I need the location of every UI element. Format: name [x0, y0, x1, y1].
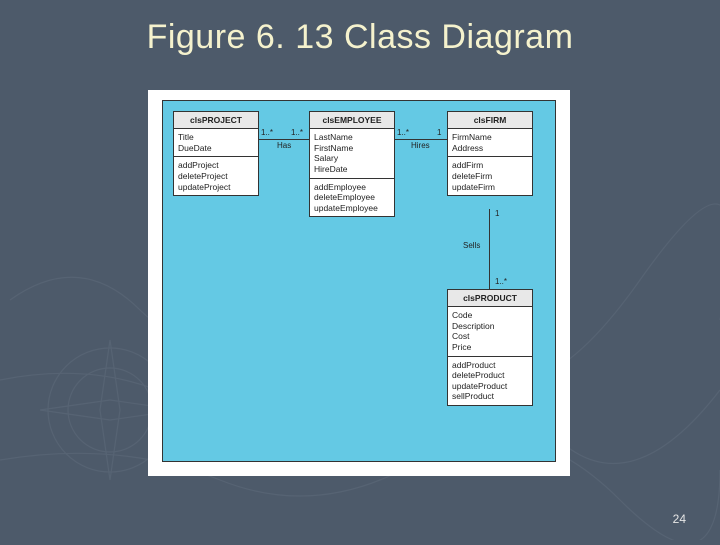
class-product: clsPRODUCT Code Description Cost Price a…: [447, 289, 533, 406]
class-employee: clsEMPLOYEE LastName FirstName Salary Hi…: [309, 111, 395, 217]
op: deleteProduct: [452, 370, 528, 381]
op: addProduct: [452, 360, 528, 371]
class-firm-name: clsFIRM: [448, 112, 532, 129]
op: deleteEmployee: [314, 192, 390, 203]
class-firm: clsFIRM FirmName Address addFirm deleteF…: [447, 111, 533, 196]
op: addEmployee: [314, 182, 390, 193]
rel-has-right-mult: 1..*: [291, 128, 303, 137]
attr: Price: [452, 342, 528, 353]
class-firm-attributes: FirmName Address: [448, 129, 532, 157]
op: updateFirm: [452, 182, 528, 193]
class-project: clsPROJECT Title DueDate addProject dele…: [173, 111, 259, 196]
diagram-canvas: clsPROJECT Title DueDate addProject dele…: [162, 100, 556, 462]
op: deleteFirm: [452, 171, 528, 182]
rel-has-label: Has: [277, 141, 291, 150]
op: addFirm: [452, 160, 528, 171]
class-project-operations: addProject deleteProject updateProject: [174, 157, 258, 195]
attr: Description: [452, 321, 528, 332]
op: deleteProject: [178, 171, 254, 182]
page-number: 24: [673, 512, 686, 526]
slide-title: Figure 6. 13 Class Diagram: [0, 18, 720, 57]
class-employee-attributes: LastName FirstName Salary HireDate: [310, 129, 394, 179]
rel-hires-left-mult: 1..*: [397, 128, 409, 137]
op: addProject: [178, 160, 254, 171]
attr: Salary: [314, 153, 390, 164]
attr: Address: [452, 143, 528, 154]
op: updateProject: [178, 182, 254, 193]
class-employee-name: clsEMPLOYEE: [310, 112, 394, 129]
rel-sells-label: Sells: [463, 241, 480, 250]
class-project-attributes: Title DueDate: [174, 129, 258, 157]
op: sellProduct: [452, 391, 528, 402]
attr: Cost: [452, 331, 528, 342]
attr: LastName: [314, 132, 390, 143]
rel-hires-line: [395, 139, 447, 140]
rel-sells-bottom-mult: 1..*: [495, 277, 507, 286]
class-product-name: clsPRODUCT: [448, 290, 532, 307]
class-project-name: clsPROJECT: [174, 112, 258, 129]
diagram-frame: clsPROJECT Title DueDate addProject dele…: [148, 90, 570, 476]
class-firm-operations: addFirm deleteFirm updateFirm: [448, 157, 532, 195]
attr: Code: [452, 310, 528, 321]
class-product-attributes: Code Description Cost Price: [448, 307, 532, 357]
attr: Title: [178, 132, 254, 143]
rel-hires-right-mult: 1: [437, 128, 441, 137]
rel-has-line: [259, 139, 309, 140]
op: updateProduct: [452, 381, 528, 392]
attr: FirstName: [314, 143, 390, 154]
attr: DueDate: [178, 143, 254, 154]
rel-hires-label: Hires: [411, 141, 430, 150]
rel-sells-line: [489, 209, 490, 289]
attr: HireDate: [314, 164, 390, 175]
class-product-operations: addProduct deleteProduct updateProduct s…: [448, 357, 532, 406]
class-employee-operations: addEmployee deleteEmployee updateEmploye…: [310, 179, 394, 217]
rel-has-left-mult: 1..*: [261, 128, 273, 137]
rel-sells-top-mult: 1: [495, 209, 499, 218]
op: updateEmployee: [314, 203, 390, 214]
attr: FirmName: [452, 132, 528, 143]
